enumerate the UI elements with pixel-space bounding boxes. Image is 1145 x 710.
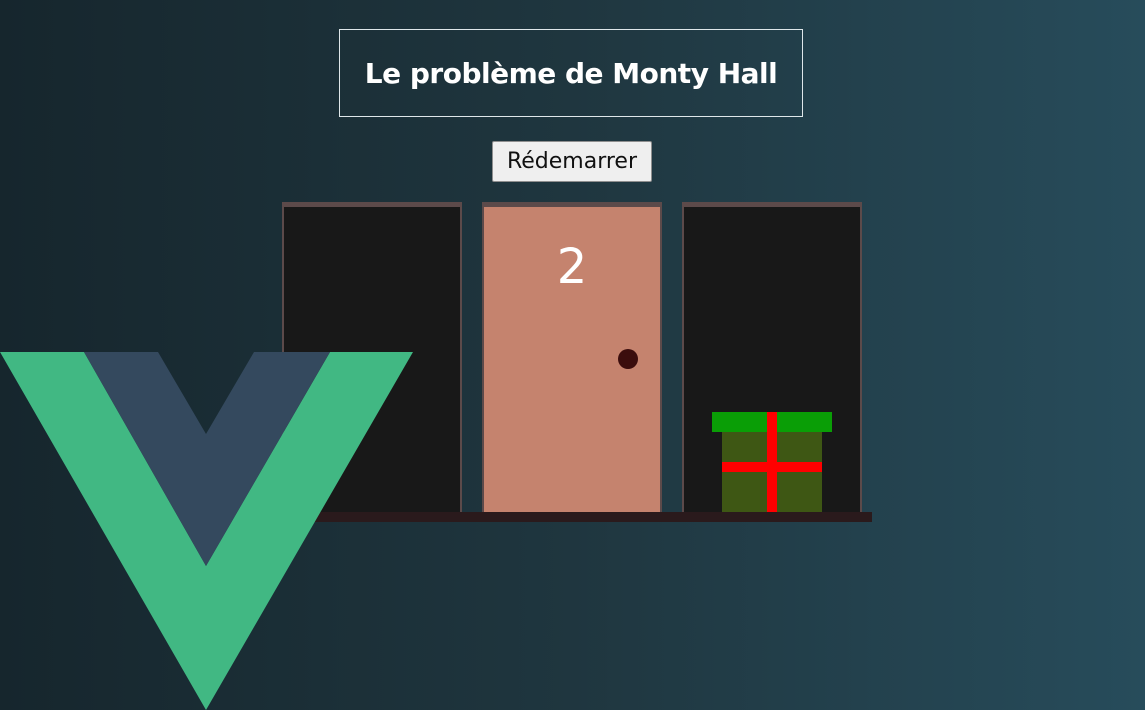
door-knob (618, 349, 638, 369)
gift-icon (712, 412, 832, 517)
vue-logo-icon (0, 352, 413, 710)
restart-button[interactable]: Rédemarrer (492, 141, 652, 182)
gift-ribbon-vertical (767, 412, 777, 517)
door-3[interactable] (682, 202, 862, 517)
door-2[interactable]: 2 (482, 202, 662, 512)
page-title: Le problème de Monty Hall (364, 56, 778, 90)
door-number: 2 (556, 239, 588, 295)
title-box: Le problème de Monty Hall (339, 29, 803, 117)
